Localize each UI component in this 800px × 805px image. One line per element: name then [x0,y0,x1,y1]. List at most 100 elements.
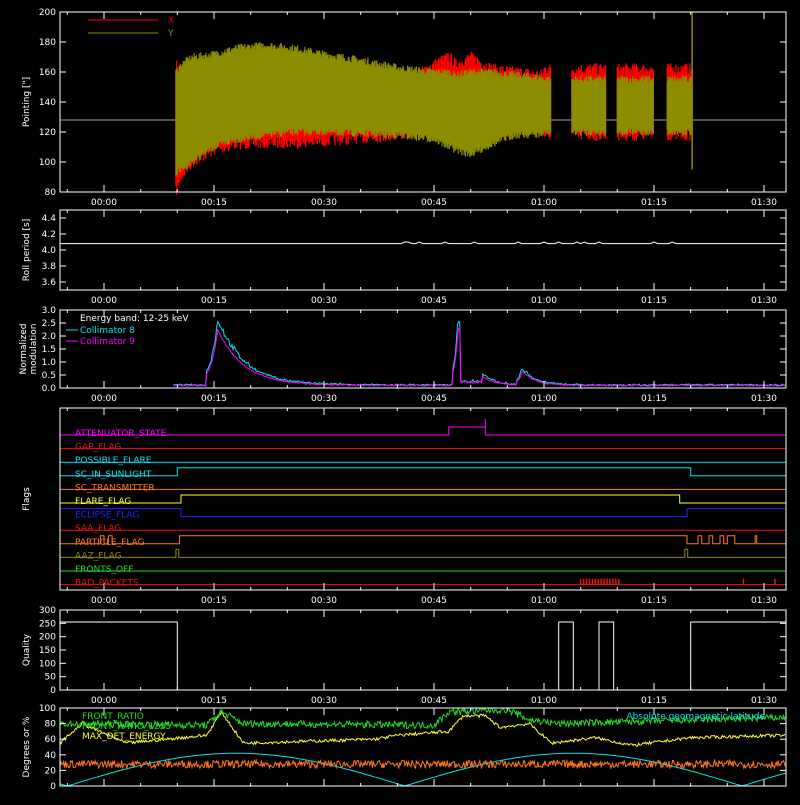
quality-ytick-label: 250 [39,619,56,629]
quality-ytick-label: 50 [45,673,57,683]
quality-xtick-label: 01:30 [751,696,777,706]
pointing-xtick-label: 00:00 [91,198,117,208]
flag-label: SC_IN_SUNLIGHT [75,470,152,480]
legend-x-label: X [168,16,174,26]
roll-period-line [60,241,786,245]
quality-ytick-label: 0 [50,686,56,696]
modulation-legend-label: Collimator 9 [80,337,135,347]
flags-xtick-label: 00:30 [311,596,337,606]
pointing-ytick-label: 180 [39,38,56,48]
degrees-ytick-label: 60 [45,735,57,745]
quality-xtick-label: 00:15 [201,696,227,706]
quality-ylabel: Quality [22,633,32,666]
flag-trace [60,535,786,545]
flag-label: POSSIBLE_FLARE [75,456,152,466]
modulation-xtick-label: 00:00 [91,394,117,404]
degrees-ytick-label: 40 [45,751,57,761]
roll-period-xtick-label: 01:00 [531,296,557,306]
roll-period-ytick-label: 4.4 [42,214,57,224]
flags-xtick-label: 00:45 [421,596,447,606]
quality-trace [60,621,786,691]
pointing-ytick-label: 140 [39,98,56,108]
flags-xtick-label: 00:00 [91,596,117,606]
roll-period-xtick-label: 00:45 [421,296,447,306]
pointing-xtick-label: 01:15 [641,198,667,208]
latitude-curve [59,752,787,787]
roll-period-xtick-label: 00:15 [201,296,227,306]
roll-period-xtick-label: 01:15 [641,296,667,306]
modulation-xtick-label: 00:30 [311,394,337,404]
pointing-ytick-label: 200 [39,8,56,18]
roll-period-xtick-label: 01:30 [751,296,777,306]
quality-xtick-label: 00:00 [91,696,117,706]
quality-ytick-label: 200 [39,633,56,643]
legend-front-ratio-1225: FRONT_RATIO_1225 [82,722,171,732]
degrees-ytick-label: 100 [39,704,56,714]
quality-ytick-label: 300 [39,606,56,616]
quality-xtick-label: 00:45 [421,696,447,706]
quality-ytick-label: 150 [39,646,56,656]
modulation-ytick-label: 0.0 [42,384,57,394]
flag-trace [60,548,786,558]
quality-xtick-label: 01:00 [531,696,557,706]
modulation-ytick-label: 1.5 [42,345,56,355]
roll-period-ytick-label: 3.8 [42,262,57,272]
flag-trace [60,494,786,504]
modulation-ytick-label: 0.5 [42,371,56,381]
modulation-xtick-label: 00:45 [421,394,447,404]
modulation-xtick-label: 01:30 [751,394,777,404]
flags-ylabel: Flags [22,487,32,511]
figure-canvas: Pointing ["]8010012014016018020000:00 00:… [19,8,787,792]
flags-xtick-label: 01:30 [751,596,777,606]
modulation-xtick-label: 00:15 [201,394,227,404]
flag-label: ATTENUATOR_STATE [75,429,167,439]
flags-xtick-label: 01:00 [531,596,557,606]
degrees-ytick-label: 0 [50,782,56,792]
legend-y-label: Y [167,29,174,39]
flag-label: ECLIPSE_FLAG [75,511,139,521]
flags-xtick-label: 00:15 [201,596,227,606]
modulation-ylabel-line1: Normalized [19,323,29,374]
pointing-ytick-label: 80 [45,188,57,198]
legend-front-ratio: FRONT_RATIO [82,712,144,722]
pointing-xtick-label: 00:15 [201,198,227,208]
flag-label: SC_TRANSMITTER [75,483,155,493]
modulation-ytick-label: 3.0 [42,306,57,316]
flag-label: SAA_FLAG [75,524,121,534]
modulation-series-9 [173,327,786,388]
flag-label: FRONTS_OFF [75,565,133,575]
pointing-ytick-label: 160 [39,68,56,78]
roll-period-xtick-label: 00:30 [311,296,337,306]
roll-period-ylabel: Roll period [s] [22,219,32,281]
flag-trace [60,467,786,477]
pointing-xtick-label: 00:45 [421,198,447,208]
modulation-ytick-label: 2.5 [42,319,56,329]
roll-period-frame [59,209,787,291]
modulation-xtick-label: 01:15 [641,394,667,404]
flag-label: GAP_FLAG [75,443,121,453]
flag-trace [60,419,786,436]
flag-label: FLARE_FLAG [75,497,131,507]
modulation-ytick-label: 2.0 [42,332,57,342]
degrees-ylabel: Degrees or % [22,716,32,777]
modulation-energy-band: Energy band: 12-25 keV [80,314,189,324]
roll-period-xtick-label: 00:00 [91,296,117,306]
degrees-ytick-label: 80 [45,720,57,730]
roll-period-ytick-label: 4.2 [42,230,56,240]
pointing-xtick-label: 00:30 [311,198,337,208]
modulation-xtick-label: 01:00 [531,394,557,404]
rhessi-quicklook-figure: Pointing ["] 80 100 120 140 160 180 200 00:00 00:… [0,0,800,800]
flag-label: PARTICLE_FLAG [75,538,145,548]
pointing-ytick-label: 100 [39,158,56,168]
legend-max-det-energy: MAX_DET_ENERGY [82,732,166,742]
modulation-legend-label: Collimator 8 [80,326,135,336]
pointing-ytick-label: 120 [39,128,56,138]
roll-period-ytick-label: 4.0 [42,246,57,256]
roll-period-ytick-label: 3.6 [42,278,57,288]
pointing-xtick-label: 01:00 [531,198,557,208]
quality-xtick-label: 01:15 [641,696,667,706]
flags-xtick-label: 01:15 [641,596,667,606]
pointing-xtick-label: 01:30 [751,198,777,208]
quality-xtick-label: 00:30 [311,696,337,706]
legend-geomagnetic-latitude: Absolute geomagnetic latitude [626,712,765,722]
